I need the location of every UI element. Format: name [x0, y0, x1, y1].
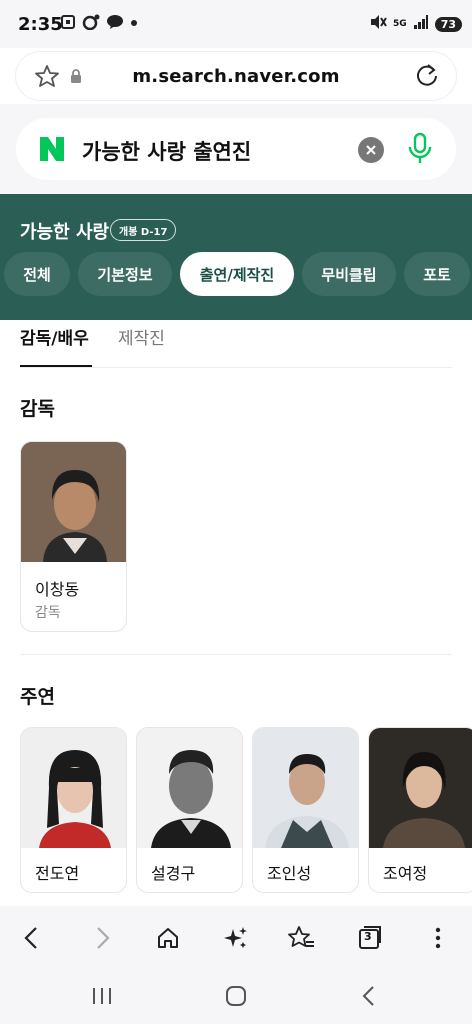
person-photo — [253, 728, 358, 848]
url-text[interactable]: m.search.naver.com — [16, 66, 456, 87]
chevron-left-icon — [24, 927, 37, 949]
tab-all[interactable]: 전체 — [4, 252, 70, 296]
section-title-director: 감독 — [20, 398, 55, 420]
browser-toolbar: 3 — [0, 906, 472, 966]
tab-count: 3 — [364, 930, 372, 943]
address-bar[interactable]: m.search.naver.com — [16, 52, 456, 100]
movie-tabs: 전체 기본정보 출연/제작진 무비클립 포토 — [4, 252, 470, 296]
reload-icon[interactable] — [414, 62, 440, 92]
person-photo — [137, 728, 242, 848]
system-navigation-bar — [0, 966, 472, 1024]
back-button[interactable] — [14, 920, 50, 956]
bookmark-list-icon — [288, 926, 314, 947]
system-back-button[interactable] — [350, 982, 386, 1010]
release-badge: 개봉 D-17 — [110, 219, 177, 241]
search-box[interactable]: 가능한 사랑 출연진 — [16, 118, 456, 180]
subtab-crew[interactable]: 제작진 — [118, 324, 165, 349]
system-home-button[interactable] — [218, 982, 254, 1010]
recent-apps-button[interactable] — [84, 982, 120, 1010]
screenshot-icon — [60, 14, 76, 34]
person-role: 감독 — [35, 605, 61, 621]
tab-movie-clip[interactable]: 무비클립 — [302, 252, 396, 296]
naver-logo-icon[interactable] — [38, 135, 66, 163]
sub-tabs: 감독/배우 제작진 — [20, 322, 452, 368]
person-card-lead-4[interactable]: 조여정 — [368, 727, 472, 893]
chat-bubble-icon — [82, 14, 100, 34]
person-name: 조여정 — [383, 864, 428, 883]
voice-search-button[interactable] — [404, 132, 436, 170]
movie-header: 가능한 사랑 개봉 D-17 전체 기본정보 출연/제작진 무비클립 포토 — [0, 194, 472, 320]
person-card-director[interactable]: 이창동 감독 — [20, 441, 127, 632]
person-name: 전도연 — [35, 864, 80, 883]
person-card-lead-1[interactable]: 전도연 — [20, 727, 127, 893]
more-vertical-icon — [435, 927, 441, 949]
microphone-icon — [408, 132, 432, 163]
dot-icon — [130, 14, 138, 34]
bookmarks-button[interactable] — [284, 920, 320, 956]
person-name: 설경구 — [151, 864, 196, 883]
chevron-right-icon — [97, 927, 110, 949]
tab-basic-info[interactable]: 기본정보 — [78, 252, 172, 296]
status-time: 2:35 — [18, 14, 63, 35]
tab-photo[interactable]: 포토 — [404, 252, 470, 296]
status-bar: 2:35 5G 73 — [0, 0, 472, 48]
recent-apps-icon — [93, 988, 111, 1004]
kakaotalk-icon — [106, 14, 124, 34]
signal-icon — [413, 14, 429, 34]
active-subtab-indicator — [20, 365, 92, 367]
person-name: 이창동 — [35, 580, 80, 599]
network-type: 5G — [393, 19, 407, 29]
status-right-icons: 5G 73 — [369, 14, 462, 34]
person-name: 조인성 — [267, 864, 312, 883]
status-left-icons — [60, 14, 138, 34]
clear-search-button[interactable] — [358, 137, 384, 163]
person-card-lead-3[interactable]: 조인성 — [252, 727, 359, 893]
person-photo — [21, 728, 126, 848]
back-arrow-icon — [362, 986, 374, 1006]
section-title-lead: 주연 — [20, 686, 55, 708]
home-icon — [158, 928, 178, 948]
home-square-icon — [226, 986, 246, 1006]
sparkle-icon — [224, 927, 247, 948]
close-icon — [366, 145, 376, 155]
ai-sparkle-button[interactable] — [218, 920, 254, 956]
mute-icon — [369, 14, 387, 34]
forward-button[interactable] — [84, 920, 120, 956]
person-photo — [369, 728, 472, 848]
tab-cast-crew[interactable]: 출연/제작진 — [180, 252, 294, 296]
subtab-director-actor[interactable]: 감독/배우 — [20, 324, 89, 349]
person-card-lead-2[interactable]: 설경구 — [136, 727, 243, 893]
search-input[interactable]: 가능한 사랑 출연진 — [82, 136, 251, 166]
tabs-button[interactable]: 3 — [352, 920, 388, 956]
home-button[interactable] — [150, 920, 186, 956]
movie-title[interactable]: 가능한 사랑 — [20, 218, 109, 244]
section-divider — [20, 654, 452, 655]
more-menu-button[interactable] — [420, 920, 456, 956]
person-photo — [21, 442, 126, 562]
battery-icon: 73 — [434, 16, 462, 32]
